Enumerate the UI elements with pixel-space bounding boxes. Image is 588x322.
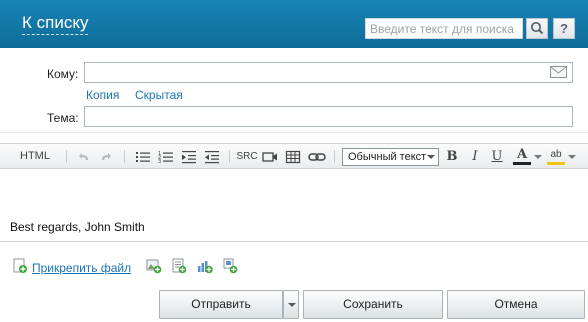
chevron-down-icon xyxy=(568,155,576,159)
search-button[interactable] xyxy=(526,18,548,39)
attach-presentation-icon[interactable] xyxy=(222,258,238,274)
bold-button[interactable]: B xyxy=(445,148,459,165)
table-icon[interactable] xyxy=(284,148,302,165)
numbered-list-icon[interactable]: 1 2 3 xyxy=(157,148,175,165)
link-icon[interactable] xyxy=(307,148,327,165)
toolbar-separator xyxy=(229,150,230,163)
italic-button[interactable]: I xyxy=(468,148,482,165)
indent-icon[interactable] xyxy=(180,148,198,165)
subject-field[interactable] xyxy=(84,106,573,127)
bullet-list-icon[interactable] xyxy=(134,148,152,165)
highlight-dropdown[interactable] xyxy=(567,148,577,165)
message-editor[interactable]: Best regards, John Smith xyxy=(0,170,588,242)
chevron-down-icon xyxy=(534,155,542,159)
svg-text:3: 3 xyxy=(158,159,161,164)
toolbar-separator xyxy=(334,150,335,163)
video-icon[interactable] xyxy=(261,148,279,165)
paragraph-style-select[interactable]: Обычный текст xyxy=(342,148,439,166)
address-book-icon[interactable] xyxy=(550,66,567,78)
editor-toolbar: HTML 1 2 3 SRC Обычный текст B I U A ab xyxy=(0,143,588,169)
attach-image-icon[interactable] xyxy=(146,258,162,274)
chevron-down-icon xyxy=(427,155,435,159)
attach-chart-icon[interactable] xyxy=(197,258,213,274)
toolbar-separator xyxy=(66,150,67,163)
font-color-dropdown[interactable] xyxy=(533,148,543,165)
attach-document-icon[interactable] xyxy=(171,258,187,274)
subject-label: Тема: xyxy=(47,111,79,125)
attach-file-link[interactable]: Прикрепить файл xyxy=(32,261,131,275)
outdent-icon[interactable] xyxy=(203,148,221,165)
bcc-link[interactable]: Скрытая xyxy=(135,88,183,102)
html-mode-button[interactable]: HTML xyxy=(18,148,52,165)
search-input[interactable] xyxy=(365,18,523,39)
redo-icon[interactable] xyxy=(98,148,114,165)
send-options-button[interactable] xyxy=(283,290,299,319)
save-button[interactable]: Сохранить xyxy=(303,290,443,319)
back-to-list-link[interactable]: К списку xyxy=(22,13,89,35)
chevron-down-icon xyxy=(288,303,296,307)
attach-file-icon[interactable] xyxy=(12,258,28,274)
help-button[interactable]: ? xyxy=(553,18,575,39)
header-bar: К списку ? xyxy=(0,0,588,48)
message-body-text: Best regards, John Smith xyxy=(10,220,145,234)
toolbar-separator xyxy=(124,150,125,163)
underline-button[interactable]: U xyxy=(490,148,504,165)
divider xyxy=(0,132,588,133)
cc-link[interactable]: Копия xyxy=(86,88,119,102)
compose-form: Кому: Копия Скрытая Тема: xyxy=(0,48,588,144)
paragraph-style-value: Обычный текст xyxy=(348,151,427,163)
source-code-button[interactable]: SRC xyxy=(236,148,258,165)
font-color-button[interactable]: A xyxy=(513,148,531,165)
search-icon xyxy=(530,21,544,35)
to-field[interactable] xyxy=(84,62,573,83)
to-label: Кому: xyxy=(47,67,79,81)
send-button[interactable]: Отправить xyxy=(159,290,283,319)
highlight-button[interactable]: ab xyxy=(547,148,565,165)
cancel-button[interactable]: Отмена xyxy=(447,290,585,319)
undo-icon[interactable] xyxy=(76,148,92,165)
